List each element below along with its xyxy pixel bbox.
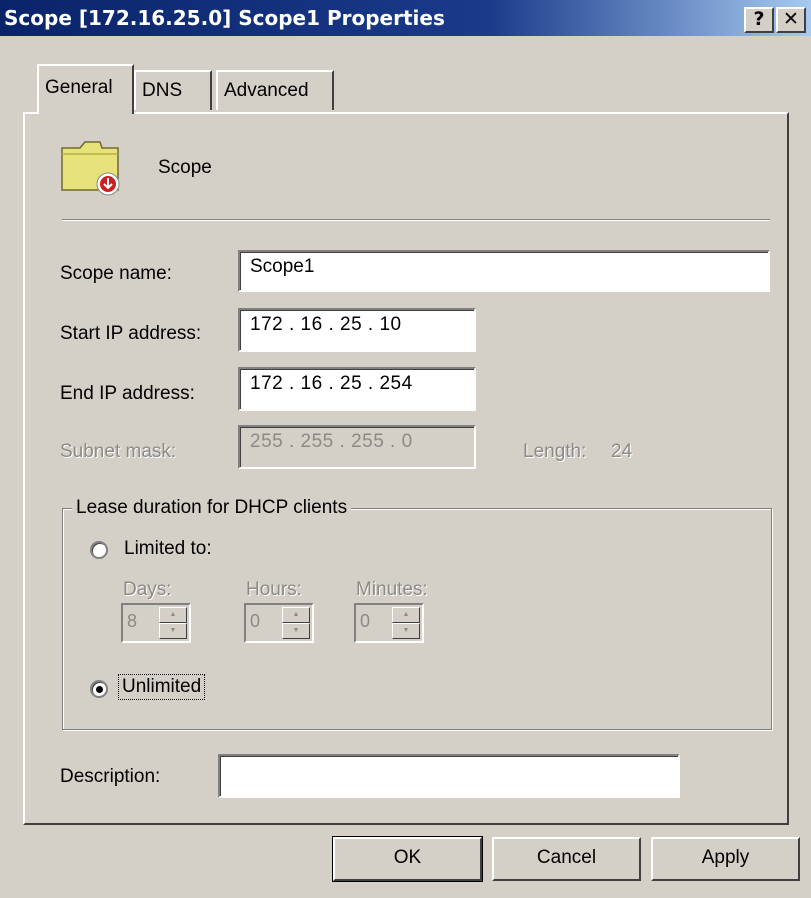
minutes-up-arrow-icon[interactable]: ▲ xyxy=(392,607,420,623)
start-ip-input[interactable]: 172 . 16 . 25 . 10 xyxy=(238,308,476,352)
unlimited-label[interactable]: Unlimited xyxy=(118,674,206,700)
description-label: Description: xyxy=(60,766,161,787)
minutes-label: Minutes: xyxy=(356,579,428,600)
scope-name-input[interactable]: Scope1 xyxy=(238,250,770,292)
ok-button[interactable]: OK xyxy=(332,836,483,882)
close-button[interactable]: ✕ xyxy=(776,7,806,33)
limited-to-radio[interactable] xyxy=(90,541,108,559)
tab-dns[interactable]: DNS xyxy=(134,70,212,110)
scope-folder-icon xyxy=(60,138,124,196)
days-value: 8 xyxy=(127,611,138,631)
unlimited-radio[interactable] xyxy=(90,680,108,698)
window-title: Scope [172.16.25.0] Scope1 Properties xyxy=(4,6,445,30)
hours-spinner[interactable]: 0 ▲ ▼ xyxy=(244,603,314,643)
scope-name-label: Scope name: xyxy=(60,263,172,284)
subnet-mask-label: Subnet mask: xyxy=(60,441,177,462)
scope-header-label: Scope xyxy=(158,157,212,178)
header-separator xyxy=(62,219,770,221)
length-value: 24 xyxy=(611,441,633,462)
hours-down-arrow-icon[interactable]: ▼ xyxy=(282,623,310,639)
hours-up-arrow-icon[interactable]: ▲ xyxy=(282,607,310,623)
hours-label: Hours: xyxy=(246,579,302,600)
tab-advanced[interactable]: Advanced xyxy=(216,70,334,110)
start-ip-label: Start IP address: xyxy=(60,323,202,344)
hours-value: 0 xyxy=(250,611,261,631)
limited-to-label[interactable]: Limited to: xyxy=(124,538,212,560)
minutes-value: 0 xyxy=(360,611,371,631)
end-ip-input[interactable]: 172 . 16 . 25 . 254 xyxy=(238,367,476,411)
apply-button[interactable]: Apply xyxy=(651,837,800,881)
days-up-arrow-icon[interactable]: ▲ xyxy=(159,607,187,623)
tab-general[interactable]: General xyxy=(37,64,134,114)
days-down-arrow-icon[interactable]: ▼ xyxy=(159,623,187,639)
days-spinner[interactable]: 8 ▲ ▼ xyxy=(121,603,191,643)
end-ip-label: End IP address: xyxy=(60,383,195,404)
length-label: Length: xyxy=(523,441,587,462)
minutes-down-arrow-icon[interactable]: ▼ xyxy=(392,623,420,639)
description-input[interactable] xyxy=(218,754,680,798)
minutes-spinner[interactable]: 0 ▲ ▼ xyxy=(354,603,424,643)
cancel-button[interactable]: Cancel xyxy=(492,837,641,881)
lease-duration-title: Lease duration for DHCP clients xyxy=(72,497,352,519)
help-button[interactable]: ? xyxy=(744,7,774,33)
days-label: Days: xyxy=(123,579,172,600)
subnet-mask-input[interactable]: 255 . 255 . 255 . 0 xyxy=(238,425,476,469)
